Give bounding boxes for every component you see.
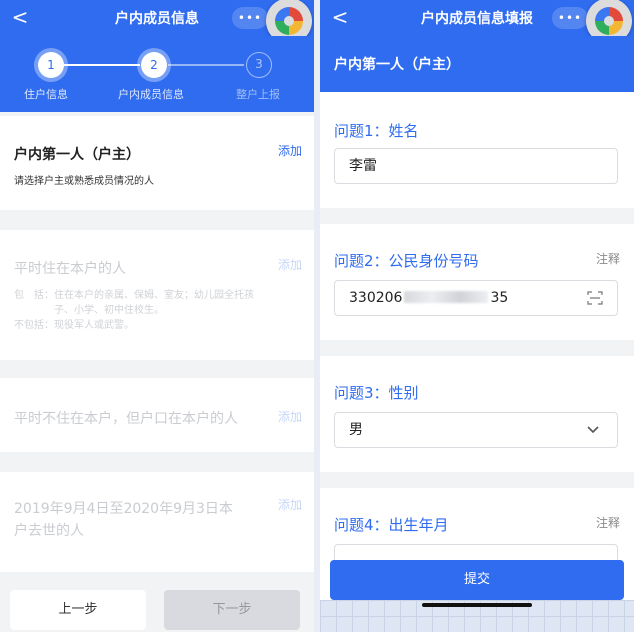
step-3-label: 整户上报 (236, 88, 280, 101)
add-deceased-button[interactable]: 添加 (278, 496, 302, 513)
id-number-input[interactable]: 330206 35 (334, 280, 618, 316)
card-description-exclude: 不包括：现役军人或武警。 (14, 320, 134, 331)
prev-step-button[interactable]: 上一步 (10, 590, 146, 630)
note-link[interactable]: 注释 (596, 250, 620, 267)
progress-steps: 1 2 3 住户信息 户内成员信息 整户上报 (0, 36, 314, 112)
id-prefix: 330206 (349, 290, 403, 306)
card-title: 平时住在本户的人 (14, 261, 126, 277)
card-description-include: 包 括：住在本户的亲属、保姆、室友；幼儿园全托孩 (14, 290, 254, 301)
scan-icon[interactable] (587, 291, 603, 305)
add-head-button[interactable]: 添加 (278, 142, 302, 159)
member-card-deceased: 2019年9月4日至2020年9月3日本 户去世的人 添加 (0, 472, 314, 572)
question-label: 问题2：公民身份号码 (334, 252, 479, 270)
card-title-cont: 户去世的人 (14, 523, 84, 539)
step-3-indicator: 3 (246, 52, 272, 78)
gender-value: 男 (349, 422, 363, 438)
gender-select[interactable]: 男 (334, 412, 618, 448)
household-members-screen: < 户内成员信息 ••• 1 2 3 住户信息 户内成员信息 整户上报 户内第一… (0, 0, 314, 632)
more-icon[interactable]: ••• (232, 7, 268, 29)
question-name: 问题1：姓名 李雷 (320, 92, 634, 208)
step-connector (168, 64, 244, 66)
redacted-region (404, 291, 489, 303)
question-id-number: 问题2：公民身份号码 注释 330206 35 (320, 224, 634, 340)
member-form-screen: < 户内成员信息填报 ••• 户内第一人（户主） 问题1：姓名 李雷 问题2：公… (320, 0, 634, 632)
question-gender: 问题3：性别 男 (320, 356, 634, 472)
add-registered-button[interactable]: 添加 (278, 408, 302, 425)
question-label: 问题3：性别 (334, 384, 419, 402)
chevron-down-icon (587, 426, 599, 434)
submit-button[interactable]: 提交 (330, 560, 624, 600)
id-suffix: 35 (490, 290, 509, 306)
more-icon[interactable]: ••• (552, 7, 588, 29)
note-link[interactable]: 注释 (596, 514, 620, 531)
card-title: 平时不住在本户，但户口在本户的人 (14, 411, 238, 427)
section-title: 户内第一人（户主） (320, 36, 634, 92)
name-input[interactable]: 李雷 (334, 148, 618, 184)
step-1-indicator: 1 (38, 52, 64, 78)
card-description: 请选择户主或熟悉成员情况的人 (14, 176, 154, 187)
next-step-button[interactable]: 下一步 (164, 590, 300, 630)
card-title: 户内第一人（户主） (14, 147, 140, 163)
card-title: 2019年9月4日至2020年9月3日本 (14, 501, 233, 517)
question-label: 问题1：姓名 (334, 122, 419, 140)
add-residents-button[interactable]: 添加 (278, 256, 302, 273)
member-card-residents: 平时住在本户的人 添加 包 括：住在本户的亲属、保姆、室友；幼儿园全托孩 子、小… (0, 230, 314, 360)
card-description-include-cont: 子、小学、初中住校生。 (14, 305, 164, 316)
member-card-registered: 平时不住在本户，但户口在本户的人 添加 (0, 378, 314, 452)
step-connector (64, 64, 140, 66)
home-indicator (422, 603, 532, 607)
member-card-head: 户内第一人（户主） 添加 请选择户主或熟悉成员情况的人 (0, 116, 314, 210)
question-label: 问题4：出生年月 (334, 516, 449, 534)
step-2-label: 户内成员信息 (118, 88, 184, 101)
step-2-indicator: 2 (141, 52, 167, 78)
step-1-label: 住户信息 (24, 88, 68, 101)
